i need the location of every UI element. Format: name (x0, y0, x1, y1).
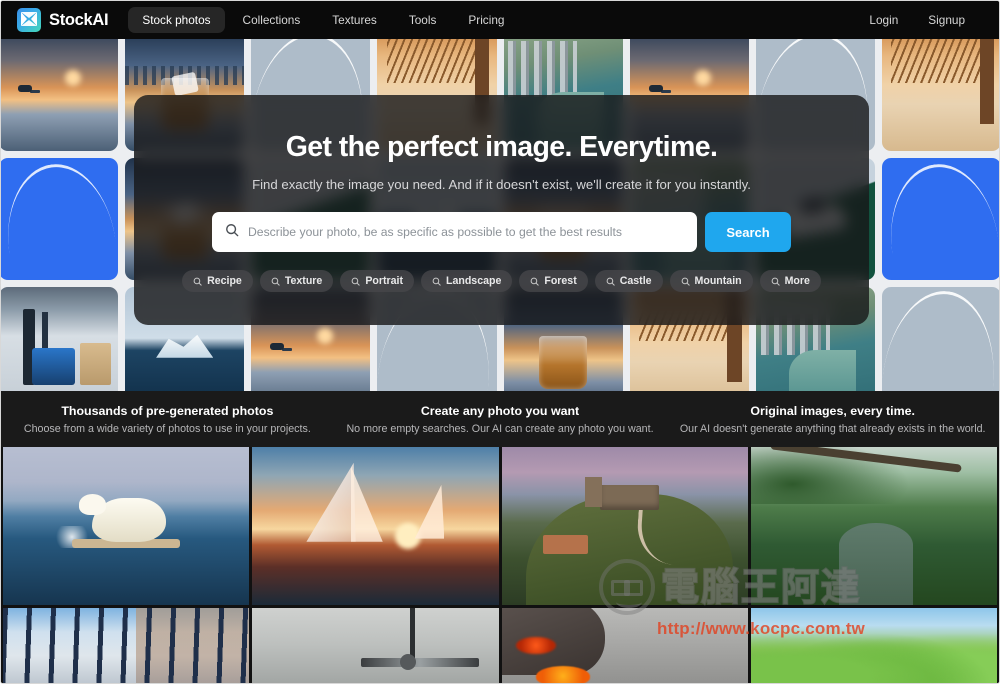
nav-item-textures[interactable]: Textures (318, 7, 391, 33)
search-input-container[interactable] (212, 212, 697, 252)
gallery-item-polar-bear-on-ice[interactable] (3, 447, 250, 605)
tag-chip-portrait[interactable]: Portrait (340, 270, 414, 292)
nav-item-stock-photos[interactable]: Stock photos (128, 7, 225, 33)
features-strip: Thousands of pre-generated photos Choose… (1, 391, 999, 447)
stockai-landing-page: StockAI Stock photos Collections Texture… (0, 0, 1000, 684)
mosaic-tile (1, 287, 119, 391)
feature-original-images: Original images, every time. Our AI does… (666, 391, 999, 447)
feature-text: Our AI doesn't generate anything that al… (679, 422, 986, 435)
nav-item-collections[interactable]: Collections (229, 7, 315, 33)
feature-text: Choose from a wide variety of photos to … (23, 422, 311, 435)
tag-chip-more[interactable]: More (759, 270, 821, 292)
tag-chip-label: Recipe (207, 275, 242, 287)
search-icon (193, 277, 202, 286)
tag-chip-label: Texture (284, 275, 323, 287)
hero-title: Get the perfect image. Everytime. (285, 131, 718, 163)
search-input[interactable] (248, 225, 684, 239)
mosaic-tile (1, 39, 119, 151)
gallery-item-sailboats-at-sunset[interactable] (252, 447, 499, 605)
nav-item-pricing[interactable]: Pricing (454, 7, 518, 33)
top-navigation-bar: StockAI Stock photos Collections Texture… (1, 1, 999, 39)
tag-chip-castle[interactable]: Castle (594, 270, 663, 292)
search-icon (432, 277, 441, 286)
suggested-tags: Recipe Texture Portrait Landscape Forest (182, 270, 821, 292)
feature-text: No more empty searches. Our AI can creat… (346, 422, 654, 435)
tag-chip-landscape[interactable]: Landscape (421, 270, 513, 292)
gallery-item-green-trees[interactable] (750, 608, 997, 683)
tag-chip-label: Castle (619, 275, 652, 287)
tag-chip-forest[interactable]: Forest (519, 270, 588, 292)
nav-item-tools[interactable]: Tools (395, 7, 451, 33)
gallery-item-gray-machinery-scene[interactable] (252, 608, 499, 683)
feature-title: Create any photo you want (420, 403, 580, 418)
feature-pre-generated: Thousands of pre-generated photos Choose… (1, 391, 334, 447)
tag-chip-label: More (784, 275, 810, 287)
search-icon (225, 223, 239, 242)
search-icon (771, 277, 780, 286)
feature-create-any-photo: Create any photo you want No more empty … (334, 391, 667, 447)
tag-chip-texture[interactable]: Texture (259, 270, 334, 292)
search-icon (271, 277, 280, 286)
brand-logo[interactable]: StockAI (17, 8, 109, 32)
brand-name: StockAI (49, 10, 109, 29)
login-button[interactable]: Login (859, 7, 908, 33)
mosaic-tile (881, 287, 999, 391)
mosaic-tile (1, 158, 119, 280)
tag-chip-label: Forest (544, 275, 577, 287)
search-icon (530, 277, 540, 286)
hero-search-card: Get the perfect image. Everytime. Find e… (134, 95, 869, 325)
account-nav: Login Signup (859, 7, 983, 33)
search-icon (351, 277, 360, 286)
photo-gallery-grid (1, 447, 999, 683)
gallery-item-jungle-river[interactable] (750, 447, 997, 605)
search-button[interactable]: Search (705, 212, 791, 252)
hero-section: Get the perfect image. Everytime. Find e… (1, 39, 999, 391)
primary-nav: Stock photos Collections Textures Tools … (128, 7, 518, 33)
tag-chip-label: Portrait (365, 275, 403, 287)
search-icon (681, 277, 690, 286)
feature-title: Original images, every time. (750, 403, 915, 418)
search-icon (606, 277, 615, 286)
feature-title: Thousands of pre-generated photos (61, 403, 274, 418)
mosaic-tile (881, 158, 999, 280)
tag-chip-label: Landscape (446, 275, 502, 287)
gallery-item-volcano-lava[interactable] (501, 608, 748, 683)
gallery-item-winter-forest[interactable] (3, 608, 250, 683)
stockai-logo-icon (17, 8, 41, 32)
tag-chip-mountain[interactable]: Mountain (669, 270, 753, 292)
tag-chip-label: Mountain (694, 275, 742, 287)
tag-chip-recipe[interactable]: Recipe (182, 270, 253, 292)
gallery-item-castle-on-hill[interactable] (501, 447, 748, 605)
hero-subtitle: Find exactly the image you need. And if … (252, 177, 751, 192)
signup-button[interactable]: Signup (918, 7, 975, 33)
mosaic-tile (881, 39, 999, 151)
hero-search-row: Search (212, 212, 791, 252)
